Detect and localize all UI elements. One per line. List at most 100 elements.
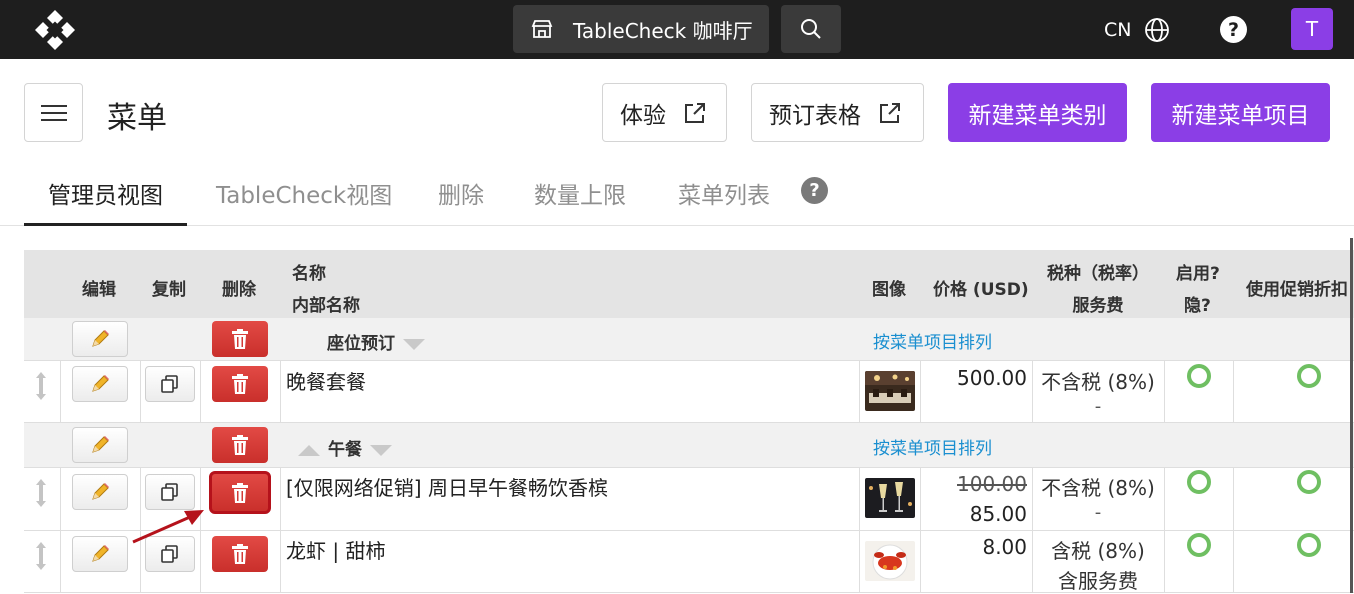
table-row: [仅限网络促销] 周日早午餐畅饮香槟 100.00 85.00 不含税 (8%)… bbox=[24, 468, 1354, 531]
column-divider bbox=[859, 468, 860, 530]
item-tax: 含税 (8%) bbox=[1051, 539, 1145, 563]
header-delete: 删除 bbox=[222, 280, 256, 300]
item-image-brunch bbox=[865, 478, 915, 518]
search-button[interactable] bbox=[781, 5, 841, 53]
pencil-icon bbox=[92, 375, 109, 392]
item-tax: 不含税 (8%) bbox=[1041, 476, 1155, 500]
header-hidden: 隐? bbox=[1184, 296, 1211, 316]
column-divider bbox=[280, 531, 281, 592]
category-row: 午餐 按菜单项目排列 bbox=[24, 423, 1354, 468]
globe-icon bbox=[1145, 18, 1170, 42]
edit-button[interactable] bbox=[72, 474, 128, 510]
item-original-price: 100.00 bbox=[957, 472, 1027, 496]
tabs-help-icon[interactable]: ? bbox=[801, 177, 828, 204]
drag-handle-icon[interactable] bbox=[35, 541, 47, 571]
column-divider bbox=[1233, 468, 1234, 530]
new-menu-item-button[interactable]: 新建菜单项目 bbox=[1151, 83, 1330, 142]
column-divider bbox=[1233, 531, 1234, 592]
column-divider bbox=[60, 531, 61, 592]
tab-tablecheck-view[interactable]: TableCheck视图 bbox=[216, 176, 392, 226]
category-name-text: 座位预订 bbox=[327, 334, 395, 354]
category-name: 座位预订 bbox=[327, 329, 425, 354]
item-tax: 不含税 (8%) bbox=[1041, 370, 1155, 394]
pencil-icon bbox=[92, 330, 109, 347]
store-icon bbox=[531, 20, 553, 38]
enabled-indicator-icon[interactable] bbox=[1187, 533, 1211, 557]
column-divider bbox=[859, 531, 860, 592]
item-name[interactable]: 晚餐套餐 bbox=[286, 366, 366, 395]
enabled-indicator-icon[interactable] bbox=[1187, 364, 1211, 388]
delete-button[interactable] bbox=[212, 427, 268, 463]
header-promo: 使用促销折扣 bbox=[1246, 280, 1348, 300]
edit-button[interactable] bbox=[72, 427, 128, 463]
promo-indicator-icon[interactable] bbox=[1297, 533, 1321, 557]
item-name[interactable]: 龙虾 | 甜柿 bbox=[286, 535, 385, 564]
category-name-text: 午餐 bbox=[328, 440, 362, 460]
tab-delete[interactable]: 删除 bbox=[438, 176, 484, 226]
venue-selector[interactable]: TableCheck 咖啡厅 bbox=[513, 5, 769, 53]
header-enabled: 启用? bbox=[1176, 264, 1220, 284]
column-divider bbox=[280, 361, 281, 422]
drag-handle-icon[interactable] bbox=[35, 371, 47, 401]
drag-handle-icon[interactable] bbox=[35, 478, 47, 508]
view-tabs: 管理员视图 TableCheck视图 删除 数量上限 菜单列表 bbox=[0, 163, 1354, 226]
category-row: 座位预订 按菜单项目排列 bbox=[24, 318, 1354, 361]
promo-indicator-icon[interactable] bbox=[1297, 470, 1321, 494]
sort-by-items-link[interactable]: 按菜单项目排列 bbox=[873, 434, 992, 459]
move-down-icon[interactable] bbox=[370, 444, 392, 456]
column-divider bbox=[920, 361, 921, 422]
item-service-fee: 含服务费 bbox=[1058, 569, 1138, 593]
category-name: 午餐 bbox=[298, 435, 392, 460]
column-divider bbox=[60, 361, 61, 422]
copy-button[interactable] bbox=[145, 366, 195, 402]
user-avatar[interactable]: T bbox=[1291, 8, 1333, 50]
tab-admin-view[interactable]: 管理员视图 bbox=[24, 176, 187, 226]
column-divider bbox=[280, 468, 281, 530]
annotation-arrow-icon bbox=[132, 510, 204, 544]
tablecheck-logo-icon[interactable] bbox=[34, 9, 76, 51]
edit-button[interactable] bbox=[72, 321, 128, 357]
edit-button[interactable] bbox=[72, 536, 128, 572]
table-header: 编辑 复制 删除 名称 内部名称 图像 价格 (USD) 税种（税率） 服务费 … bbox=[24, 250, 1354, 318]
tab-menu-list[interactable]: 菜单列表 bbox=[678, 176, 770, 226]
new-menu-category-button[interactable]: 新建菜单类别 bbox=[948, 83, 1127, 142]
item-service-fee: - bbox=[1094, 396, 1102, 417]
column-divider bbox=[859, 361, 860, 422]
column-divider bbox=[60, 468, 61, 530]
item-price: 500.00 bbox=[957, 366, 1027, 390]
header-name: 名称 bbox=[292, 264, 326, 284]
language-selector[interactable]: CN bbox=[1104, 15, 1170, 45]
item-price: 8.00 bbox=[982, 535, 1027, 559]
item-price: 85.00 bbox=[969, 502, 1027, 526]
hamburger-menu-button[interactable] bbox=[24, 83, 83, 142]
tab-quantity-limit[interactable]: 数量上限 bbox=[534, 176, 626, 226]
promo-indicator-icon[interactable] bbox=[1297, 364, 1321, 388]
delete-button[interactable] bbox=[212, 366, 268, 402]
delete-button[interactable] bbox=[212, 536, 268, 572]
item-image-dinner bbox=[865, 371, 915, 411]
move-up-icon[interactable] bbox=[298, 444, 320, 456]
pencil-icon bbox=[92, 545, 109, 562]
copy-icon bbox=[161, 483, 178, 501]
header-image: 图像 bbox=[872, 280, 906, 300]
help-icon[interactable]: ? bbox=[1220, 16, 1247, 43]
edit-button[interactable] bbox=[72, 366, 128, 402]
column-divider bbox=[1164, 531, 1165, 592]
table-row: 龙虾 | 甜柿 8.00 含税 (8%) 含服务费 bbox=[24, 531, 1354, 593]
delete-button[interactable] bbox=[212, 321, 268, 357]
booking-form-button[interactable]: 预订表格 bbox=[751, 83, 924, 142]
experience-button[interactable]: 体验 bbox=[602, 83, 727, 142]
move-down-icon[interactable] bbox=[403, 338, 425, 350]
delete-button-highlighted[interactable] bbox=[209, 471, 271, 514]
column-divider bbox=[920, 531, 921, 592]
search-icon bbox=[801, 19, 821, 39]
language-label: CN bbox=[1104, 19, 1132, 41]
column-divider bbox=[1164, 468, 1165, 530]
column-divider bbox=[1233, 361, 1234, 422]
item-name[interactable]: [仅限网络促销] 周日早午餐畅饮香槟 bbox=[286, 472, 608, 501]
experience-label: 体验 bbox=[620, 102, 666, 129]
enabled-indicator-icon[interactable] bbox=[1187, 470, 1211, 494]
external-link-icon bbox=[880, 102, 900, 123]
sort-by-items-link[interactable]: 按菜单项目排列 bbox=[873, 328, 992, 353]
hamburger-icon bbox=[40, 104, 67, 121]
